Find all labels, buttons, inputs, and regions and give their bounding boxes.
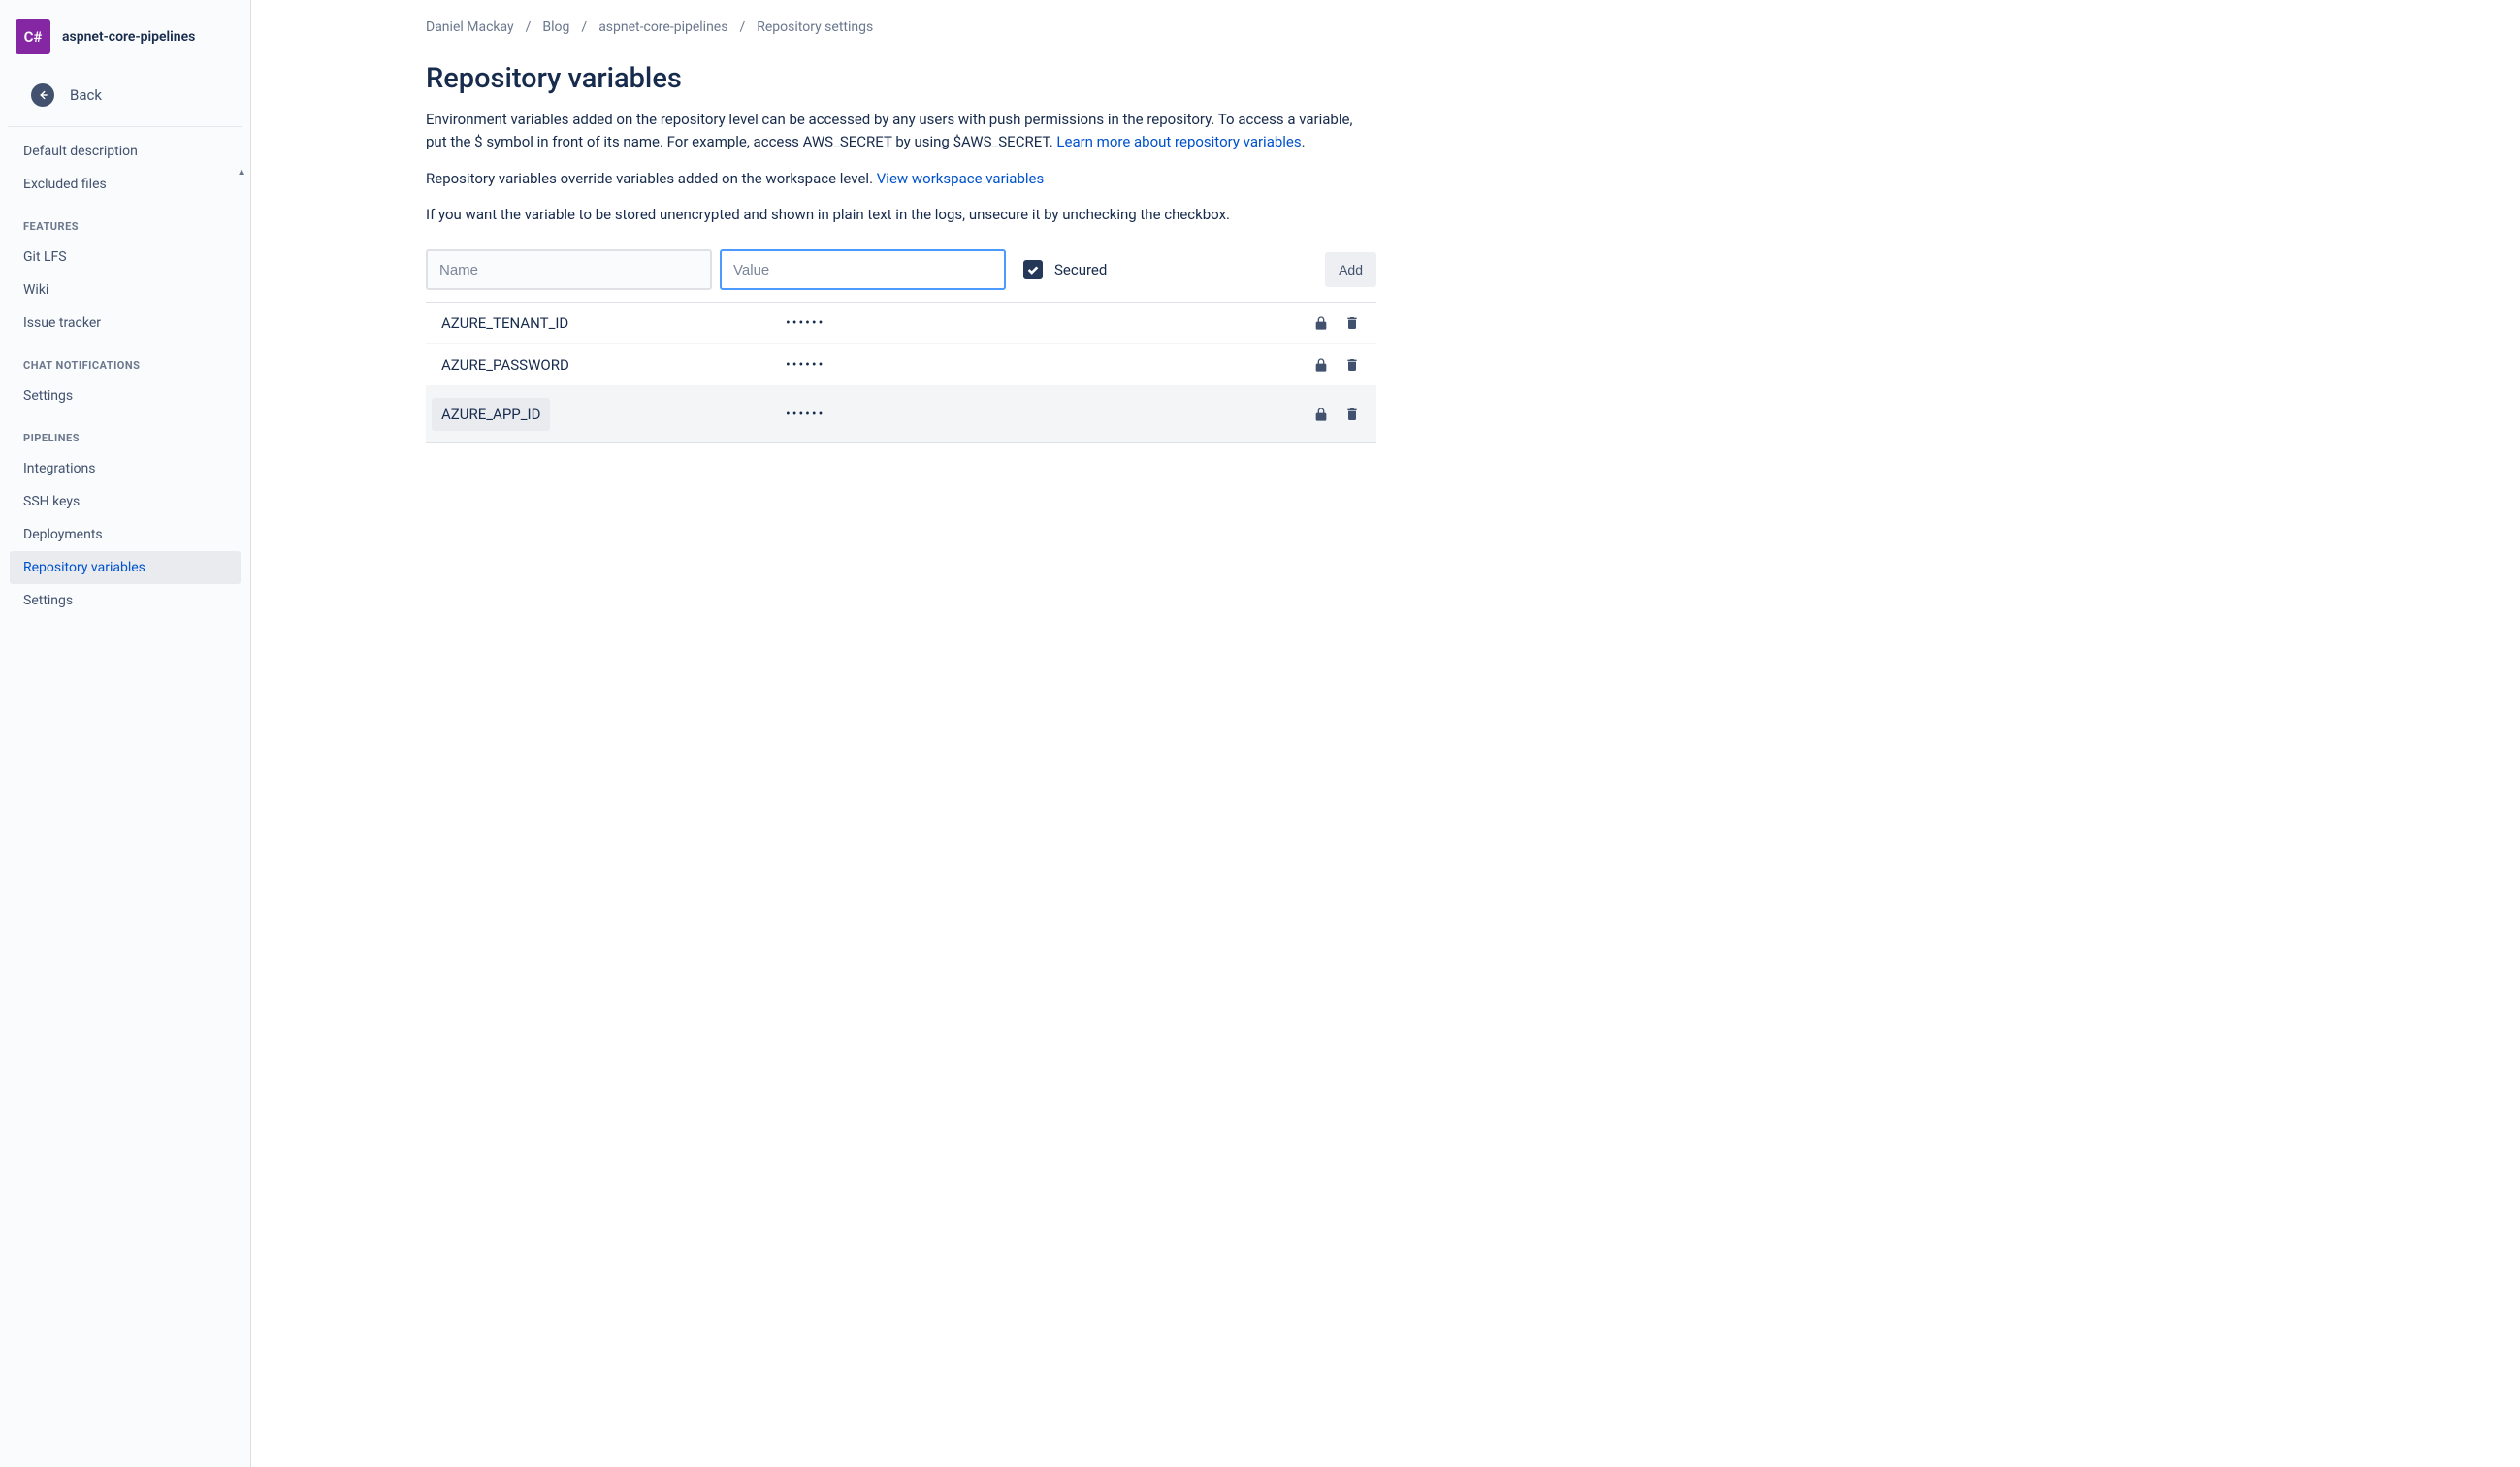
lock-icon bbox=[1312, 356, 1330, 374]
scroll-up-icon: ▲ bbox=[237, 167, 246, 178]
back-label: Back bbox=[70, 86, 102, 104]
lock-icon bbox=[1312, 314, 1330, 332]
sidebar-item-issue-tracker[interactable]: Issue tracker bbox=[0, 307, 250, 340]
back-button[interactable]: Back bbox=[8, 74, 242, 127]
sidebar-item-git-lfs[interactable]: Git LFS bbox=[0, 241, 250, 274]
breadcrumb: Daniel Mackay / Blog / aspnet-core-pipel… bbox=[290, 19, 2481, 35]
sidebar-section-chat: CHAT NOTIFICATIONS bbox=[0, 340, 250, 379]
breadcrumb-project[interactable]: Blog bbox=[542, 19, 569, 35]
sidebar-item-chat-settings[interactable]: Settings bbox=[0, 379, 250, 412]
sidebar-item-deployments[interactable]: Deployments bbox=[0, 518, 250, 551]
sidebar-item-default-description[interactable]: Default description bbox=[0, 135, 250, 168]
sidebar-item-wiki[interactable]: Wiki bbox=[0, 274, 250, 307]
variable-value: •••••• bbox=[786, 315, 1312, 331]
variable-value: •••••• bbox=[786, 407, 1312, 422]
description-2: Repository variables override variables … bbox=[426, 168, 1376, 190]
sidebar-section-features: FEATURES bbox=[0, 201, 250, 241]
breadcrumb-repo[interactable]: aspnet-core-pipelines bbox=[598, 19, 727, 35]
secured-label: Secured bbox=[1054, 261, 1107, 278]
sidebar-item-ssh-keys[interactable]: SSH keys bbox=[0, 485, 250, 518]
breadcrumb-sep: / bbox=[581, 19, 587, 35]
variable-value: •••••• bbox=[786, 357, 1312, 373]
page-title: Repository variables bbox=[426, 62, 1376, 95]
sidebar-item-pipeline-settings[interactable]: Settings bbox=[0, 584, 250, 617]
lock-icon bbox=[1312, 406, 1330, 423]
delete-icon[interactable] bbox=[1343, 314, 1361, 332]
description-3: If you want the variable to be stored un… bbox=[426, 204, 1376, 226]
add-variable-row: Secured Add bbox=[426, 249, 1376, 290]
description-1: Environment variables added on the repos… bbox=[426, 109, 1376, 154]
value-input[interactable] bbox=[720, 249, 1006, 290]
delete-icon[interactable] bbox=[1343, 356, 1361, 374]
repo-icon: C# bbox=[16, 19, 50, 54]
breadcrumb-sep: / bbox=[526, 19, 532, 35]
sidebar-item-repository-variables[interactable]: Repository variables bbox=[10, 551, 241, 584]
variables-table: AZURE_TENANT_ID •••••• AZURE_PASSWORD ••… bbox=[426, 302, 1376, 443]
main-content: Daniel Mackay / Blog / aspnet-core-pipel… bbox=[250, 0, 2520, 1467]
sidebar-item-integrations[interactable]: Integrations bbox=[0, 452, 250, 485]
learn-more-link[interactable]: Learn more about repository variables bbox=[1056, 133, 1301, 150]
delete-icon[interactable] bbox=[1343, 406, 1361, 423]
repo-name: aspnet-core-pipelines bbox=[62, 29, 195, 45]
view-workspace-link[interactable]: View workspace variables bbox=[877, 170, 1044, 187]
breadcrumb-owner[interactable]: Daniel Mackay bbox=[426, 19, 514, 35]
breadcrumb-sep: / bbox=[739, 19, 745, 35]
variable-name-editing[interactable]: AZURE_APP_ID bbox=[432, 398, 550, 431]
variable-name[interactable]: AZURE_TENANT_ID bbox=[441, 314, 786, 332]
back-arrow-icon bbox=[31, 83, 54, 107]
sidebar: C# aspnet-core-pipelines Back ▲ Default … bbox=[0, 0, 251, 1467]
variable-row: AZURE_PASSWORD •••••• bbox=[426, 344, 1376, 386]
sidebar-item-excluded-files[interactable]: Excluded files bbox=[0, 168, 250, 201]
breadcrumb-page[interactable]: Repository settings bbox=[757, 19, 873, 35]
variable-row: AZURE_APP_ID •••••• bbox=[426, 386, 1376, 443]
sidebar-section-pipelines: PIPELINES bbox=[0, 412, 250, 452]
repo-header[interactable]: C# aspnet-core-pipelines bbox=[0, 0, 250, 74]
secured-checkbox[interactable] bbox=[1023, 260, 1043, 279]
add-button[interactable]: Add bbox=[1325, 252, 1376, 287]
name-input[interactable] bbox=[426, 249, 712, 290]
variable-row: AZURE_TENANT_ID •••••• bbox=[426, 303, 1376, 344]
variable-name[interactable]: AZURE_PASSWORD bbox=[441, 356, 786, 374]
